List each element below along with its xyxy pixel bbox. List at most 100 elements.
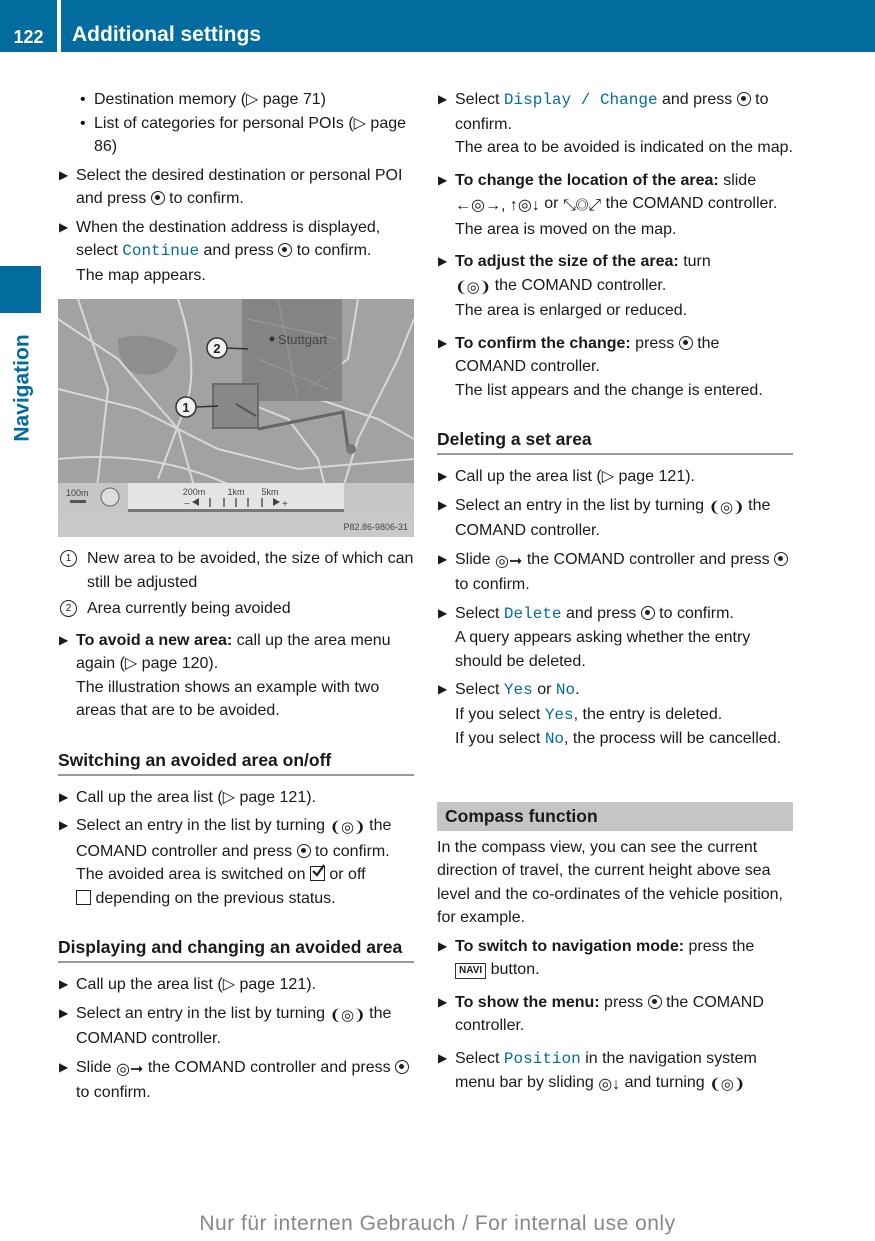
zoom-out-label: − — [184, 499, 190, 510]
step: ▶ To switch to navigation mode: press th… — [437, 935, 793, 982]
page-header: 122 Additional settings — [0, 0, 875, 52]
menu-item-no[interactable]: No — [545, 730, 564, 748]
slide-right-controller-icon: ◎➞ — [116, 1060, 144, 1078]
sub-bullet: Destination memory (▷ page 71) — [58, 88, 414, 112]
scale-tick-label: 1km — [227, 487, 244, 497]
menu-item-yes[interactable]: Yes — [504, 681, 533, 699]
step: ▶ To confirm the change: press the COMAN… — [437, 332, 793, 403]
step-arrow-icon: ▶ — [438, 994, 448, 1009]
press-controller-icon — [647, 994, 662, 1009]
turn-controller-icon: ❨◎❩ — [708, 498, 744, 516]
slide-up-down-controller-icon: ↑◎↓ — [509, 197, 540, 214]
step-arrow-icon: ▶ — [438, 682, 448, 696]
step-arrow-icon: ▶ — [438, 335, 448, 350]
callout-number-icon: 2 — [60, 600, 77, 617]
step-arrow-icon: ▶ — [59, 632, 69, 647]
slide-right-controller-icon: ◎➞ — [495, 552, 523, 570]
step-arrow-icon: ▶ — [59, 1005, 69, 1020]
menu-item-position[interactable]: Position — [504, 1050, 581, 1068]
press-controller-icon — [150, 191, 165, 205]
press-controller-icon — [395, 1059, 410, 1074]
map-city-label: Stuttgart — [278, 332, 328, 347]
section-heading: Deleting a set area — [437, 428, 793, 455]
checkbox-checked-icon — [309, 864, 325, 881]
menu-item-delete[interactable]: Delete — [504, 605, 562, 623]
slide-left-right-controller-icon: ←◎→, — [455, 197, 506, 214]
step-arrow-icon: ▶ — [438, 605, 448, 620]
step: ▶ Call up the area list (▷ page 121). — [437, 465, 793, 489]
step-arrow-icon: ▶ — [438, 938, 448, 953]
press-controller-icon — [774, 551, 789, 566]
step: ▶ Select Display / Change and press to c… — [437, 88, 793, 160]
step-arrow-icon: ▶ — [438, 551, 448, 566]
step: ▶ To avoid a new area: call up the area … — [58, 629, 414, 723]
step: ▶ Call up the area list (▷ page 121). — [58, 786, 414, 810]
step-arrow-icon: ▶ — [438, 254, 448, 268]
zoom-in-label: + — [282, 499, 288, 510]
step: ▶ Select an entry in the list by turning… — [58, 1002, 414, 1051]
left-column: Destination memory (▷ page 71) List of c… — [58, 88, 414, 1110]
step: ▶ Slide ◎➞ the COMAND controller and pre… — [58, 1056, 414, 1105]
step: ▶ Slide ◎➞ the COMAND controller and pre… — [437, 548, 793, 597]
step-arrow-icon: ▶ — [438, 172, 448, 187]
compass-intro: In the compass view, you can see the cur… — [437, 838, 783, 927]
section-bar-compass: Compass function — [437, 801, 793, 831]
press-controller-icon — [296, 843, 311, 858]
scale-tick-label: 200m — [183, 487, 206, 497]
turn-controller-icon: ❨◎❩ — [455, 278, 491, 296]
step: ▶ Select an entry in the list by turning… — [437, 494, 793, 543]
internal-use-watermark: Nur für internen Gebrauch / For internal… — [199, 1212, 676, 1235]
menu-item-continue[interactable]: Continue — [122, 242, 199, 260]
side-tab-label: Navigation — [10, 334, 34, 442]
section-heading: Switching an avoided area on/off — [58, 749, 414, 776]
turn-controller-icon: ❨◎❩ — [329, 1006, 365, 1024]
map-illustration: Stuttgart 2 1 100m 200m 1km 5km − + P82.… — [58, 299, 414, 537]
callout-number-icon: 1 — [60, 550, 77, 567]
step: ▶ To change the location of the area: sl… — [437, 169, 793, 242]
step: ▶ Select Delete and press to confirm. A … — [437, 602, 793, 674]
press-controller-icon — [640, 605, 655, 620]
step: ▶ Call up the area list (▷ page 121). — [58, 973, 414, 997]
step-arrow-icon: ▶ — [59, 219, 69, 234]
checkbox-unchecked-icon — [76, 889, 91, 905]
step: ▶ When the destination address is displa… — [58, 216, 414, 288]
page-number: 122 — [13, 27, 44, 47]
map-figure: Stuttgart 2 1 100m 200m 1km 5km − + P82.… — [58, 299, 414, 537]
step-arrow-icon: ▶ — [438, 92, 448, 106]
scale-tick-label: 5km — [261, 487, 278, 497]
slide-down-controller-icon: ◎↓ — [598, 1076, 621, 1093]
page-title: Additional settings — [72, 23, 261, 46]
step-arrow-icon: ▶ — [438, 469, 448, 483]
step-arrow-icon: ▶ — [438, 497, 448, 512]
right-column: ▶ Select Display / Change and press to c… — [437, 88, 793, 1102]
step-arrow-icon: ▶ — [438, 1050, 448, 1065]
step-arrow-icon: ▶ — [59, 789, 69, 804]
side-tab-marker — [0, 266, 41, 313]
header-divider — [57, 0, 61, 52]
slide-diagonal-controller-icon: ⤡◎⤢ — [562, 197, 602, 214]
section-heading: Displaying and changing an avoided area — [58, 936, 414, 963]
step: ▶ Select Yes or No. If you select Yes, t… — [437, 678, 793, 752]
step: ▶ Select an entry in the list by turning… — [58, 814, 414, 910]
step: ▶ To adjust the size of the area: turn ❨… — [437, 250, 793, 323]
svg-text:1: 1 — [182, 400, 189, 415]
step-arrow-icon: ▶ — [59, 167, 69, 182]
press-controller-icon — [278, 243, 293, 257]
turn-controller-icon: ❨◎❩ — [709, 1076, 745, 1093]
navi-button-key[interactable]: NAVI — [455, 963, 487, 979]
press-controller-icon — [736, 92, 751, 106]
menu-item-yes[interactable]: Yes — [545, 706, 574, 724]
step-arrow-icon: ▶ — [59, 818, 69, 832]
step: ▶ To show the menu: press the COMAND con… — [437, 991, 793, 1038]
step-arrow-icon: ▶ — [59, 1059, 69, 1074]
turn-controller-icon: ❨◎❩ — [329, 819, 365, 836]
menu-item-no[interactable]: No — [556, 681, 575, 699]
sub-bullet: List of categories for personal POIs (▷ … — [58, 112, 414, 159]
press-controller-icon — [678, 335, 693, 350]
svg-text:2: 2 — [213, 341, 220, 356]
menu-item-display-change[interactable]: Display / Change — [504, 91, 658, 109]
step-arrow-icon: ▶ — [59, 977, 69, 991]
figure-code: P82.86-9806-31 — [343, 522, 408, 532]
legend-item: 2 Area currently being avoided — [58, 597, 414, 621]
map-scale-label: 100m — [66, 488, 89, 498]
